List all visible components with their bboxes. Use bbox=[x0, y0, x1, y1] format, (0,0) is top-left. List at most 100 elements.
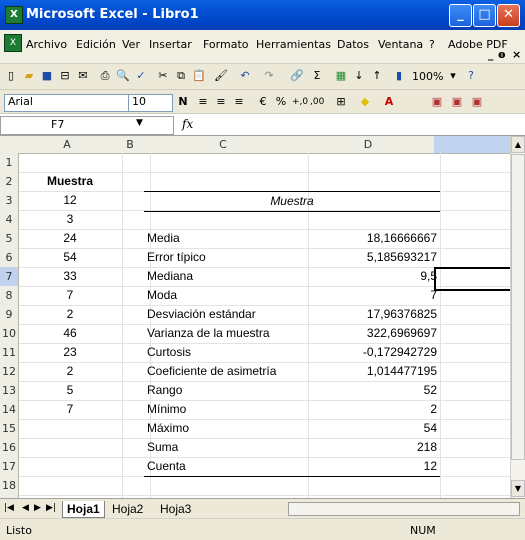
cut-icon[interactable]: ✂ bbox=[156, 69, 170, 83]
permission-icon[interactable]: ⊟ bbox=[58, 69, 72, 83]
cell[interactable] bbox=[302, 172, 441, 192]
tab-hoja2[interactable]: Hoja2 bbox=[108, 501, 147, 517]
cell[interactable] bbox=[434, 191, 510, 211]
menu-formato[interactable]: Formato bbox=[203, 38, 249, 51]
copy-icon[interactable]: ⧉ bbox=[174, 69, 188, 83]
menu-herramientas[interactable]: Herramientas bbox=[256, 38, 331, 51]
sort-ascending-icon[interactable]: ↓ bbox=[352, 69, 366, 83]
redo-icon[interactable]: ↷ bbox=[262, 69, 276, 83]
paste-icon[interactable]: 📋 bbox=[192, 69, 206, 83]
first-sheet-icon[interactable]: |◀ bbox=[4, 503, 14, 513]
scroll-thumb[interactable] bbox=[511, 154, 525, 460]
borders-icon[interactable]: ⊞ bbox=[334, 95, 348, 109]
hyperlink-icon[interactable]: 🔗 bbox=[290, 69, 304, 83]
doc-restore-icon[interactable]: ɵ bbox=[498, 48, 506, 61]
undo-icon[interactable]: ↶ bbox=[238, 69, 252, 83]
name-box-dropdown-icon[interactable]: ▼ bbox=[136, 118, 143, 128]
cell[interactable] bbox=[144, 172, 309, 192]
email-icon[interactable]: ✉ bbox=[76, 69, 90, 83]
menu-insertar[interactable]: Insertar bbox=[149, 38, 192, 51]
row-header-13[interactable]: 13 bbox=[0, 381, 19, 401]
print-icon[interactable]: ⎙ bbox=[98, 69, 112, 83]
zoom-value[interactable]: 100% bbox=[412, 70, 443, 83]
row-header-6[interactable]: 6 bbox=[0, 248, 19, 268]
cell[interactable] bbox=[434, 153, 510, 173]
horizontal-scrollbar[interactable] bbox=[288, 502, 520, 516]
row-header-12[interactable]: 12 bbox=[0, 362, 19, 382]
align-right-icon[interactable]: ≡ bbox=[232, 95, 246, 109]
row-header-9[interactable]: 9 bbox=[0, 305, 19, 325]
row-header-17[interactable]: 17 bbox=[0, 457, 19, 477]
align-left-icon[interactable]: ≡ bbox=[196, 95, 210, 109]
column-header-f[interactable] bbox=[434, 136, 510, 154]
sort-descending-icon[interactable]: ↑ bbox=[370, 69, 384, 83]
row-header-5[interactable]: 5 bbox=[0, 229, 19, 249]
close-button[interactable]: ✕ bbox=[497, 4, 520, 27]
percent-icon[interactable]: % bbox=[274, 95, 288, 109]
tab-hoja3[interactable]: Hoja3 bbox=[156, 501, 195, 517]
column-header-d[interactable]: D bbox=[302, 136, 435, 154]
cell[interactable] bbox=[434, 362, 510, 382]
cell[interactable] bbox=[144, 476, 309, 496]
cell[interactable] bbox=[302, 476, 441, 496]
active-cell-f7[interactable] bbox=[434, 267, 510, 291]
row-header-7[interactable]: 7 bbox=[0, 267, 19, 287]
row-header-16[interactable]: 16 bbox=[0, 438, 19, 458]
font-size-select[interactable]: 10 bbox=[128, 94, 173, 112]
cell[interactable] bbox=[302, 210, 441, 230]
minimize-button[interactable]: _ bbox=[449, 4, 472, 27]
row-header-11[interactable]: 11 bbox=[0, 343, 19, 363]
format-painter-icon[interactable]: 🖌 bbox=[214, 69, 228, 83]
cell[interactable] bbox=[18, 419, 123, 439]
scroll-up-icon[interactable]: ▲ bbox=[511, 136, 525, 153]
row-header-1[interactable]: 1 bbox=[0, 153, 19, 173]
chart-wizard-icon[interactable]: ▦ bbox=[334, 69, 348, 83]
row-header-10[interactable]: 10 bbox=[0, 324, 19, 344]
row-header-3[interactable]: 3 bbox=[0, 191, 19, 211]
fill-color-icon[interactable]: ◆ bbox=[358, 95, 372, 109]
cell[interactable] bbox=[434, 305, 510, 325]
increase-decimal-icon[interactable]: +,0 bbox=[292, 95, 308, 109]
next-sheet-icon[interactable]: ▶ bbox=[34, 503, 41, 513]
cell[interactable] bbox=[434, 476, 510, 496]
row-header-18[interactable]: 18 bbox=[0, 476, 19, 496]
tab-hoja1[interactable]: Hoja1 bbox=[62, 501, 105, 518]
column-header-b[interactable]: B bbox=[116, 136, 145, 154]
font-select[interactable]: Arial bbox=[4, 94, 129, 112]
bold-icon[interactable]: N bbox=[176, 95, 190, 109]
cell[interactable] bbox=[434, 210, 510, 230]
chart-icon[interactable]: ▮ bbox=[392, 69, 406, 83]
column-header-c[interactable]: C bbox=[144, 136, 303, 154]
cell[interactable] bbox=[434, 229, 510, 249]
cell[interactable] bbox=[18, 153, 123, 173]
menu-datos[interactable]: Datos bbox=[337, 38, 369, 51]
cell[interactable] bbox=[434, 400, 510, 420]
row-header-15[interactable]: 15 bbox=[0, 419, 19, 439]
row-header-2[interactable]: 2 bbox=[0, 172, 19, 192]
zoom-dropdown-icon[interactable]: ▾ bbox=[446, 69, 460, 83]
cell[interactable] bbox=[434, 457, 510, 477]
cell[interactable] bbox=[18, 457, 123, 477]
excel-icon[interactable]: X bbox=[5, 6, 23, 24]
cell[interactable] bbox=[434, 248, 510, 268]
cell[interactable] bbox=[144, 153, 309, 173]
pdf-review-icon[interactable]: ▣ bbox=[470, 95, 484, 109]
font-color-icon[interactable]: A bbox=[382, 95, 396, 109]
row-header-14[interactable]: 14 bbox=[0, 400, 19, 420]
scroll-down-icon[interactable]: ▼ bbox=[511, 480, 525, 497]
spelling-icon[interactable]: ✓ bbox=[134, 69, 148, 83]
menu-ventana[interactable]: Ventana bbox=[378, 38, 423, 51]
cell[interactable] bbox=[144, 210, 309, 230]
menu-help[interactable]: ? bbox=[429, 38, 435, 51]
cell[interactable] bbox=[434, 419, 510, 439]
decrease-decimal-icon[interactable]: ,00 bbox=[310, 95, 324, 109]
select-all-corner[interactable] bbox=[0, 136, 19, 154]
spreadsheet-grid[interactable]: ABCDE1234567891011121314151617181920Mues… bbox=[0, 136, 510, 498]
prev-sheet-icon[interactable]: ◀ bbox=[22, 503, 29, 513]
save-icon[interactable]: ■ bbox=[40, 69, 54, 83]
menu-ver[interactable]: Ver bbox=[122, 38, 140, 51]
cell[interactable] bbox=[434, 172, 510, 192]
new-icon[interactable]: ▯ bbox=[4, 69, 18, 83]
open-icon[interactable]: ▰ bbox=[22, 69, 36, 83]
cell[interactable] bbox=[434, 324, 510, 344]
